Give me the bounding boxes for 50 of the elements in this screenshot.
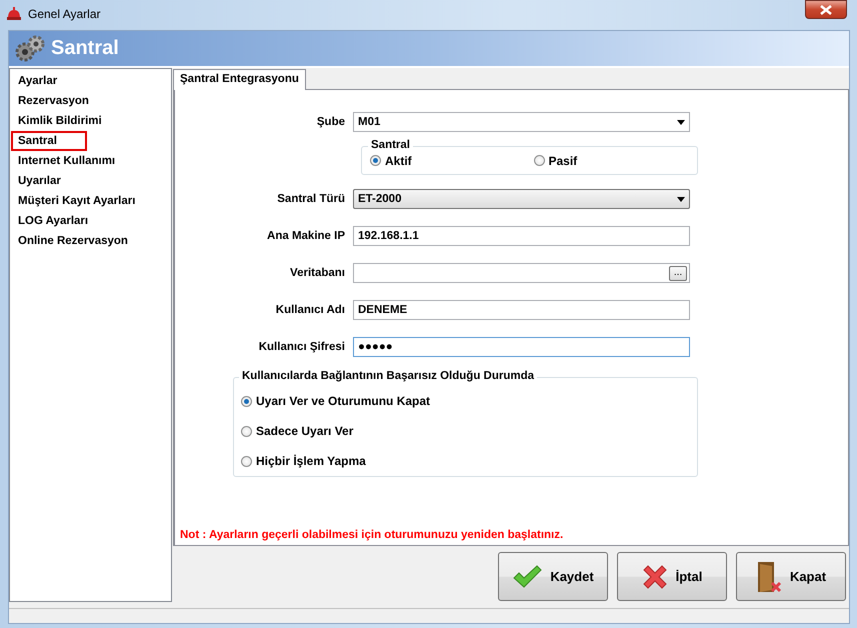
sidebar-item[interactable]: Ayarlar [11,71,64,91]
group-legend: Kullanıcılarda Bağlantının Başarısız Olduğu Durumda [239,370,538,382]
header-title: Santral [51,37,119,60]
radio-button[interactable] [534,155,544,166]
sidebar-item[interactable]: Internet Kullanımı [11,151,122,171]
window-title: Genel Ayarlar [28,7,102,21]
sidebar-item[interactable]: Rezervasyon [11,91,96,111]
close-button[interactable] [805,0,847,19]
radio-button[interactable] [370,155,381,166]
field-label: Santral Türü [276,193,346,205]
dropdown-arrow-icon [677,196,685,202]
radio-option[interactable]: Aktif [370,154,534,168]
field-label: Kullanıcı Şifresi [258,341,346,353]
door-icon [756,560,782,592]
path-field[interactable]: ... [353,263,690,283]
close-icon [820,4,832,14]
close-button[interactable]: Kapat [736,552,846,601]
dropdown[interactable]: ET-2000 [353,189,690,209]
field-label: Şube [316,116,346,128]
tab[interactable]: Şantral Entegrasyonu [173,69,306,90]
sidebar-item[interactable]: Kimlik Bildirimi [11,111,109,131]
app-icon [6,7,22,21]
radio-option[interactable]: Sadece Uyarı Ver [241,424,697,438]
dropdown-arrow-icon [677,120,685,124]
field-label: Ana Makine IP [266,230,346,242]
input-field[interactable]: 192.168.1.1 [353,226,690,246]
cancel-button[interactable]: İptal [617,552,727,601]
radio-option[interactable]: Pasif [534,154,697,168]
save-button[interactable]: Kaydet [498,552,608,601]
sidebar-item[interactable]: Santral [11,131,87,151]
radio-option[interactable]: Hiçbir İşlem Yapma [241,454,697,468]
password-field[interactable]: ●●●●● [353,337,690,357]
note-text: Not : Ayarların geçerli olabilmesi için oturumunuzu yeniden başlatınız. [179,529,564,541]
check-icon [512,564,542,588]
gears-icon [15,34,45,62]
group-legend: Santral [368,139,413,151]
sidebar-item[interactable]: Online Rezervasyon [11,231,135,251]
browse-button[interactable]: ... [669,266,687,280]
radio-button[interactable] [241,426,252,436]
input-field[interactable]: DENEME [353,300,690,320]
field-label: Veritabanı [289,267,346,279]
sidebar-item[interactable]: Uyarılar [11,171,68,191]
sidebar-item[interactable]: LOG Ayarları [11,211,96,231]
select-field[interactable]: M01 [353,112,690,132]
field-label: Kullanıcı Adı [274,304,346,316]
sidebar-item[interactable]: Müşteri Kayıt Ayarları [11,191,142,211]
radio-button[interactable] [241,396,252,406]
cross-icon [642,564,668,590]
radio-option[interactable]: Uyarı Ver ve Oturumunu Kapat [241,394,697,408]
radio-button[interactable] [241,456,252,466]
